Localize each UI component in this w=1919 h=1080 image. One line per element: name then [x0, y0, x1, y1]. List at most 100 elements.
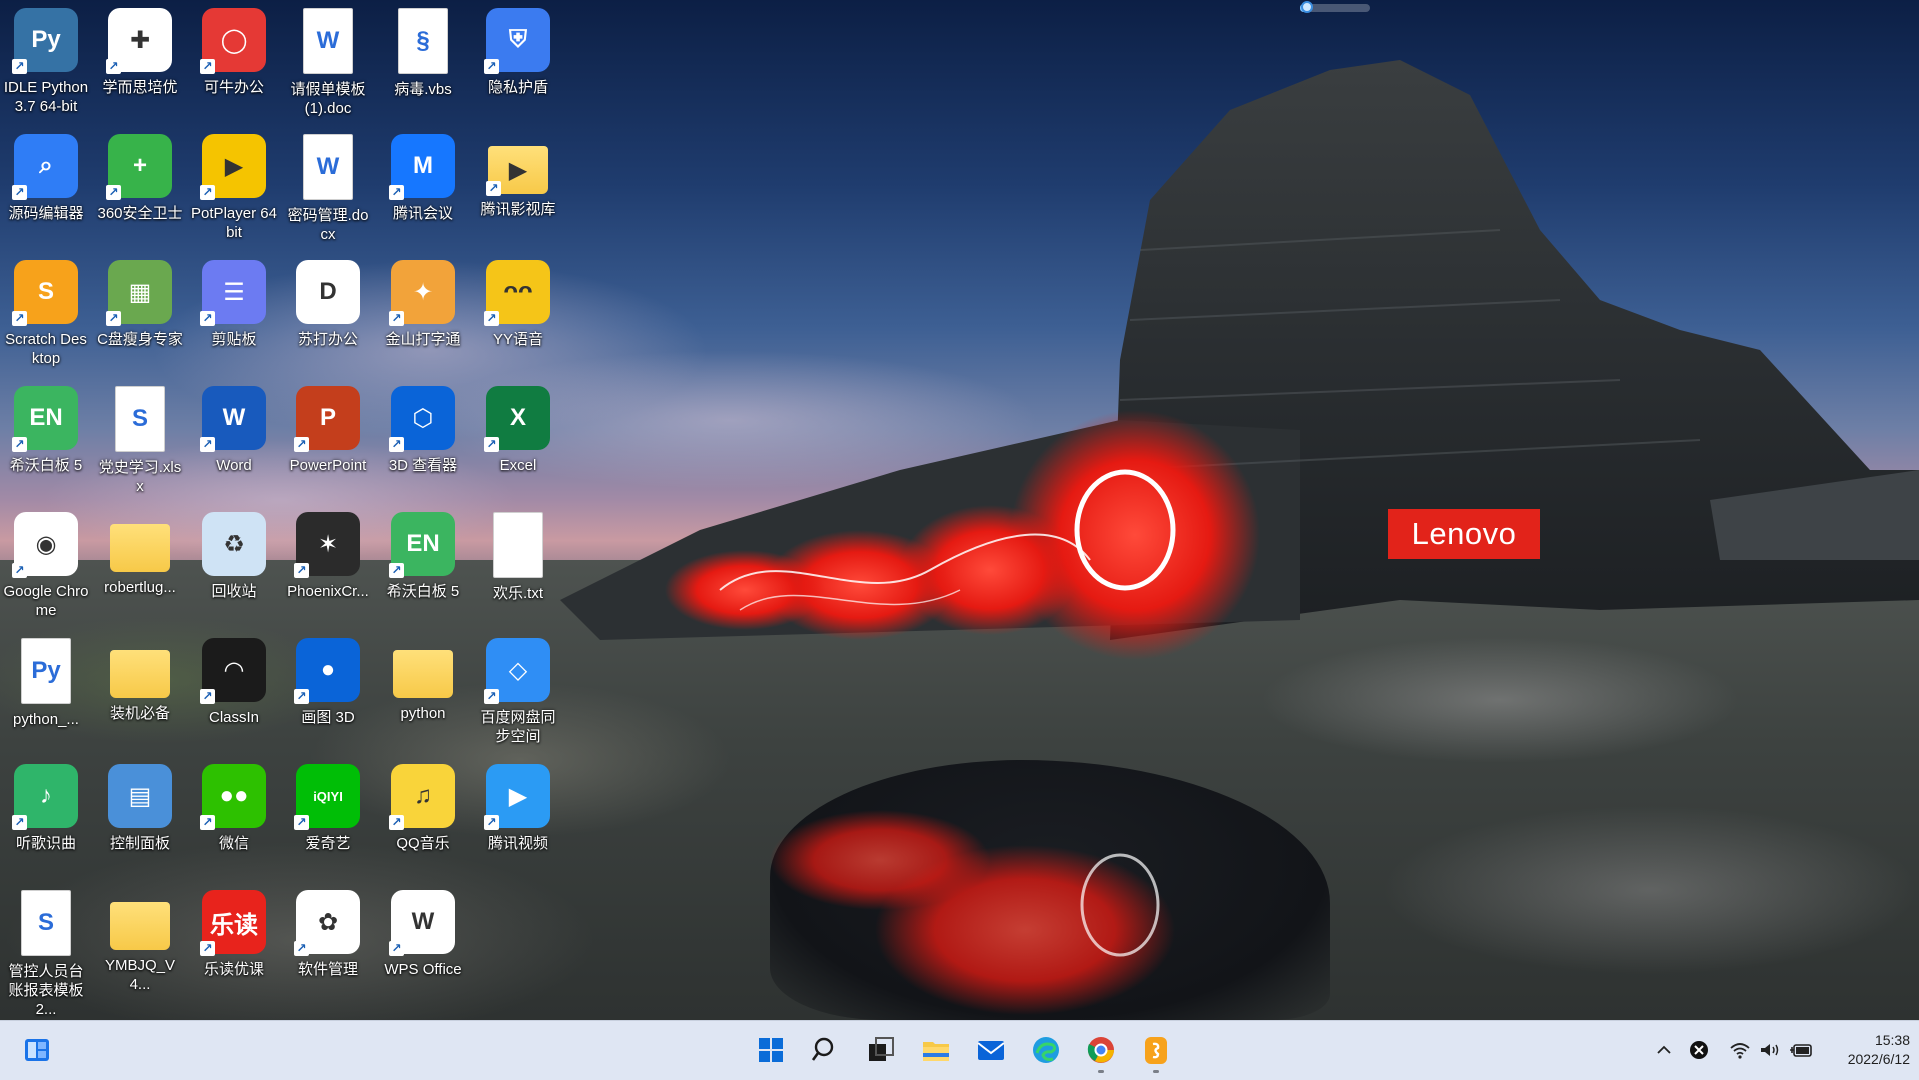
music-recognition-icon: ♪ ↗ [12, 764, 78, 830]
show-hidden-icons-button[interactable] [1653, 1039, 1675, 1061]
python-file-icon: Py [21, 638, 71, 704]
desktop-shortcut[interactable]: W 请假单模板(1).doc [282, 4, 374, 122]
desktop-shortcut[interactable]: ⌕ ↗ 源码编辑器 [0, 130, 92, 248]
powerpoint-icon: P ↗ [294, 386, 360, 452]
running-indicator [1098, 1070, 1104, 1073]
shortcut-arrow-icon: ↗ [12, 59, 27, 74]
disk-cleaner-icon: ▦ ↗ [106, 260, 172, 326]
tray-volume[interactable] [1758, 1039, 1782, 1061]
desktop-shortcut[interactable]: W ↗ Word [188, 382, 280, 500]
potplayer-icon: ▶ ↗ [200, 134, 266, 200]
desktop-shortcut-label: Word [216, 457, 252, 474]
desktop-shortcut[interactable]: ◇ ↗ 百度网盘同步空间 [472, 634, 564, 752]
file-explorer-button[interactable] [916, 1030, 956, 1070]
desktop-shortcut-label: 欢乐.txt [492, 585, 543, 602]
task-view-button[interactable] [861, 1030, 901, 1070]
desktop-shortcut[interactable]: S 管控人员台账报表模板 2... [0, 886, 92, 1018]
tray-antivirus[interactable] [1688, 1039, 1710, 1061]
edge-button[interactable] [1026, 1030, 1066, 1070]
desktop-shortcut[interactable]: ●● ↗ 微信 [188, 760, 280, 878]
desktop-shortcut[interactable]: EN ↗ 希沃白板 5 [0, 382, 92, 500]
shortcut-arrow-icon: ↗ [12, 311, 27, 326]
desktop-shortcut[interactable]: ⬡ ↗ 3D 查看器 [377, 382, 469, 500]
seewo-board-icon: EN ↗ [12, 386, 78, 452]
desktop-shortcut[interactable]: ᴖᴖ ↗ YY语音 [472, 256, 564, 374]
shortcut-arrow-icon: ↗ [12, 185, 27, 200]
desktop-shortcut[interactable]: ✶ ↗ PhoenixCr... [282, 508, 374, 626]
desktop-shortcut[interactable]: ♻ 回收站 [188, 508, 280, 626]
desktop-shortcut[interactable]: ♪ ↗ 听歌识曲 [0, 760, 92, 878]
desktop-shortcut[interactable]: ● ↗ 画图 3D [282, 634, 374, 752]
tencent-video-library-icon: ▶ ↗ [486, 146, 548, 196]
search-icon [811, 1037, 834, 1061]
desktop-shortcut[interactable]: ♫ ↗ QQ音乐 [377, 760, 469, 878]
tray-network[interactable] [1728, 1039, 1752, 1061]
desktop-shortcut-label: C盘瘦身专家 [97, 331, 183, 348]
desktop-shortcut[interactable]: ✦ ↗ 金山打字通 [377, 256, 469, 374]
desktop-shortcut[interactable]: ◉ ↗ Google Chrome [0, 508, 92, 626]
volume-slider-knob[interactable] [1301, 1, 1313, 13]
desktop-shortcut[interactable]: ⛨ ↗ 隐私护盾 [472, 4, 564, 122]
desktop-shortcut[interactable]: S ↗ Scratch Desktop [0, 256, 92, 374]
desktop-shortcut-label: 回收站 [211, 583, 257, 600]
desktop-shortcut[interactable]: W 密码管理.docx [282, 130, 374, 248]
desktop-shortcut-label: Scratch Desktop [5, 331, 87, 367]
running-indicator [1153, 1070, 1159, 1073]
desktop-shortcut[interactable]: S 党史学习.xlsx [94, 382, 186, 500]
desktop-shortcut[interactable]: YMBJQ_V4... [94, 886, 186, 1004]
vbs-script-icon: § [398, 8, 448, 74]
search-button[interactable] [806, 1030, 846, 1070]
desktop-shortcut[interactable]: ▶ ↗ 腾讯视频 [472, 760, 564, 878]
seewo-board-icon: EN ↗ [389, 512, 455, 578]
desktop-shortcut[interactable]: ✚ ↗ 学而思培优 [94, 4, 186, 122]
desktop-shortcut[interactable]: 欢乐.txt [472, 508, 564, 626]
qq-music-icon: ♫ ↗ [389, 764, 455, 830]
desktop-shortcut[interactable]: W ↗ WPS Office [377, 886, 469, 1004]
desktop-shortcut[interactable]: ◯ ↗ 可牛办公 [188, 4, 280, 122]
shortcut-arrow-icon: ↗ [106, 311, 121, 326]
volume-slider[interactable] [1300, 1, 1370, 13]
desktop-shortcut[interactable]: ☰ ↗ 剪贴板 [188, 256, 280, 374]
desktop-shortcut[interactable]: Py ↗ IDLE Python 3.7 64-bit [0, 4, 92, 122]
desktop-shortcut[interactable]: X ↗ Excel [472, 382, 564, 500]
python-idle-icon: Py ↗ [12, 8, 78, 74]
desktop-shortcut[interactable]: robertlug... [94, 508, 186, 626]
desktop-shortcut[interactable]: ▶ ↗ PotPlayer 64 bit [188, 130, 280, 248]
code-editor-icon: ⌕ ↗ [12, 134, 78, 200]
chrome-icon [1087, 1037, 1114, 1063]
desktop-shortcut-label: 3D 查看器 [388, 457, 458, 474]
desktop-shortcut-label: 360安全卫士 [97, 205, 183, 222]
start-button[interactable] [751, 1030, 791, 1070]
widgets-icon [25, 1039, 49, 1061]
desktop-shortcut[interactable]: Py python_... [0, 634, 92, 752]
tray-battery[interactable] [1788, 1039, 1814, 1061]
desktop-shortcut[interactable]: 装机必备 [94, 634, 186, 752]
desktop-shortcut-label: IDLE Python 3.7 64-bit [3, 79, 89, 115]
xueersi-icon: ✚ ↗ [106, 8, 172, 74]
file-explorer-icon [923, 1042, 949, 1061]
desktop-shortcut[interactable]: 乐读 ↗ 乐读优课 [188, 886, 280, 1004]
desktop-shortcut[interactable]: M ↗ 腾讯会议 [377, 130, 469, 248]
chrome-button[interactable] [1081, 1030, 1121, 1073]
desktop-shortcut[interactable]: ▦ ↗ C盘瘦身专家 [94, 256, 186, 374]
scratch-button[interactable] [1136, 1030, 1176, 1073]
desktop-shortcut[interactable]: D 苏打办公 [282, 256, 374, 374]
desktop-shortcut[interactable]: EN ↗ 希沃白板 5 [377, 508, 469, 626]
taskbar-clock[interactable]: 15:38 2022/6/12 [1820, 1031, 1910, 1069]
mail-button[interactable] [971, 1030, 1011, 1070]
desktop-shortcut[interactable]: ✿ ↗ 软件管理 [282, 886, 374, 1004]
desktop-shortcut[interactable]: + ↗ 360安全卫士 [94, 130, 186, 248]
desktop-shortcut[interactable]: ▤ 控制面板 [94, 760, 186, 878]
desktop-shortcut-label: 隐私护盾 [487, 79, 548, 96]
desktop-shortcut[interactable]: § 病毒.vbs [377, 4, 469, 122]
widgets-button[interactable] [17, 1030, 57, 1070]
desktop-shortcut[interactable]: ◠ ↗ ClassIn [188, 634, 280, 752]
desktop-shortcut[interactable]: python [377, 634, 469, 752]
windows-start-icon [759, 1038, 783, 1062]
desktop-shortcut[interactable]: P ↗ PowerPoint [282, 382, 374, 500]
desktop-shortcut-label: 腾讯视频 [487, 835, 548, 852]
desktop-shortcut[interactable]: iQIYI ↗ 爱奇艺 [282, 760, 374, 878]
shortcut-arrow-icon: ↗ [389, 563, 404, 578]
desktop-shortcut[interactable]: ▶ ↗ 腾讯影视库 [472, 130, 564, 248]
shortcut-arrow-icon: ↗ [389, 815, 404, 830]
